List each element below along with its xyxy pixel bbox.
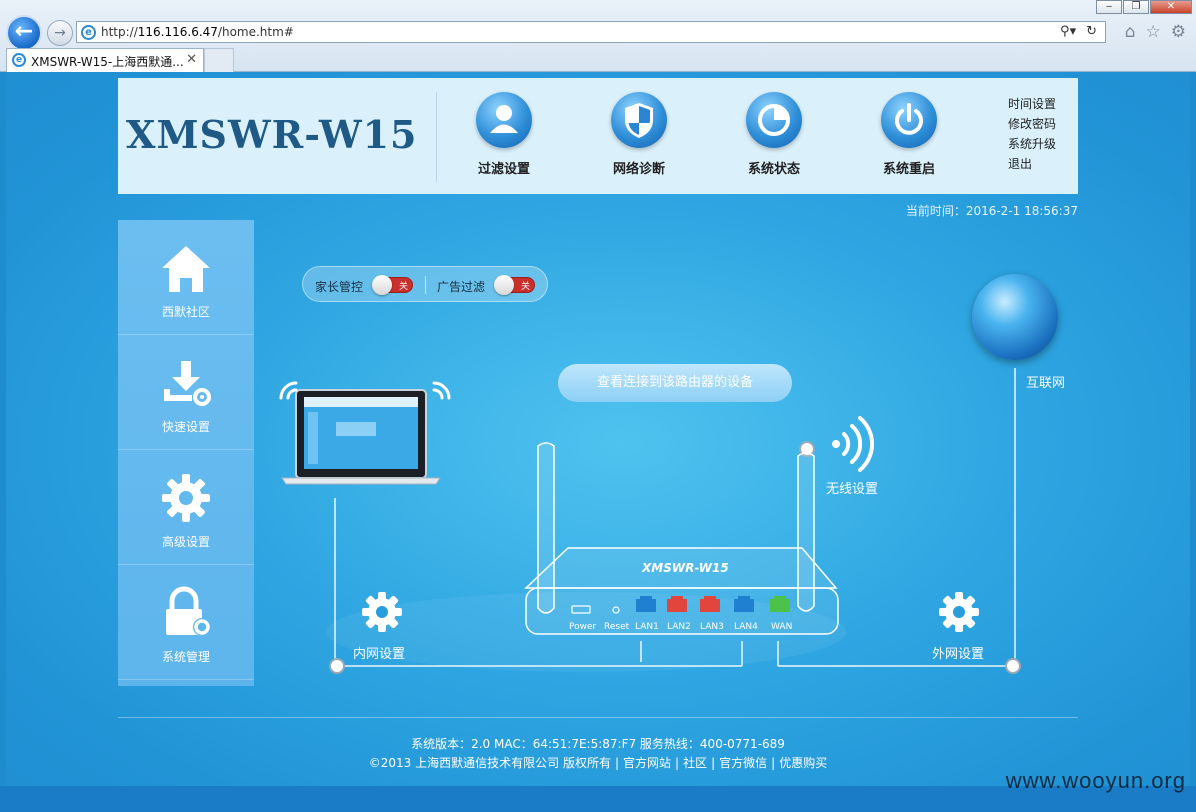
view-connected-devices-button[interactable]: 查看连接到该路由器的设备 bbox=[558, 364, 792, 402]
footer-divider bbox=[118, 717, 1078, 718]
port-label-lan3: LAN3 bbox=[700, 622, 724, 632]
wan-node bbox=[1005, 658, 1021, 674]
close-window-button[interactable]: ✕ bbox=[1150, 0, 1192, 14]
port-label-lan1: LAN1 bbox=[635, 622, 659, 632]
wireless-signal-icon bbox=[832, 416, 875, 472]
footer-link-discount[interactable]: 优惠购买 bbox=[779, 756, 827, 770]
router-model-label: XMSWR-W15 bbox=[642, 561, 729, 575]
footer-link-official-site[interactable]: 官方网站 bbox=[623, 756, 671, 770]
port-label-wan: WAN bbox=[771, 622, 793, 632]
port-label-power: Power bbox=[569, 622, 597, 632]
tab-close-icon[interactable]: ✕ bbox=[186, 52, 197, 67]
port-label-reset: Reset bbox=[604, 622, 630, 632]
port-label-lan2: LAN2 bbox=[667, 622, 691, 632]
globe-icon[interactable] bbox=[972, 274, 1058, 360]
address-tools: ⚲▾ ↻ bbox=[1060, 24, 1097, 39]
ie-icon: e bbox=[81, 25, 96, 40]
port-label-lan4: LAN4 bbox=[734, 622, 758, 632]
watermark: www.wooyun.org bbox=[1005, 768, 1186, 793]
address-url[interactable]: http://116.116.6.47/home.htm# bbox=[101, 25, 294, 39]
window-controls: ‒ ❐ ✕ bbox=[1095, 0, 1192, 14]
refresh-icon[interactable]: ↻ bbox=[1086, 24, 1097, 39]
lan-settings-label[interactable]: 内网设置 bbox=[353, 643, 405, 662]
lan-node bbox=[329, 658, 345, 674]
ie-icon: e bbox=[12, 53, 26, 67]
laptop-illustration bbox=[281, 389, 441, 485]
home-icon[interactable]: ⌂ bbox=[1125, 22, 1136, 42]
minimize-button[interactable]: ‒ bbox=[1096, 0, 1122, 14]
network-diagram bbox=[279, 368, 1021, 674]
address-bar[interactable]: e http://116.116.6.47/home.htm# ⚲▾ ↻ bbox=[76, 21, 1106, 43]
tab-title: XMSWR-W15-上海西默通... bbox=[31, 55, 184, 69]
wan-gear-icon bbox=[939, 592, 979, 632]
maximize-button[interactable]: ❐ bbox=[1123, 0, 1149, 14]
search-icon[interactable]: ⚲▾ bbox=[1060, 24, 1076, 39]
lan-gear-icon bbox=[362, 592, 402, 632]
favorites-star-icon[interactable]: ☆ bbox=[1146, 22, 1161, 42]
wan-settings-label[interactable]: 外网设置 bbox=[932, 643, 984, 662]
forward-button[interactable]: → bbox=[47, 20, 73, 46]
settings-gear-icon[interactable]: ⚙ bbox=[1171, 22, 1186, 42]
footer-link-wechat[interactable]: 官方微信 bbox=[719, 756, 767, 770]
footer-copyright: ©2013 上海西默通信技术有限公司 版权所有 bbox=[368, 756, 611, 770]
footer-system-info: 系统版本：2.0 MAC：64:51:7E:5:87:F7 服务热线：400-0… bbox=[411, 737, 785, 751]
back-button[interactable]: ← bbox=[6, 15, 42, 51]
browser-chrome: ‒ ❐ ✕ ← → e http://116.116.6.47/home.htm… bbox=[0, 0, 1196, 72]
footer-link-community[interactable]: 社区 bbox=[683, 756, 707, 770]
internet-label[interactable]: 互联网 bbox=[1026, 372, 1065, 391]
router-page: XMSWR-W15 过滤设置 网络诊断 系统状态 系统重启 时间设置 修改密码 … bbox=[6, 72, 1190, 786]
wireless-settings-label[interactable]: 无线设置 bbox=[826, 478, 878, 497]
browser-toolbar: ⌂ ☆ ⚙ bbox=[1125, 22, 1186, 42]
browser-tab[interactable]: e XMSWR-W15-上海西默通... ✕ bbox=[6, 48, 204, 72]
new-tab-button[interactable] bbox=[204, 48, 234, 72]
